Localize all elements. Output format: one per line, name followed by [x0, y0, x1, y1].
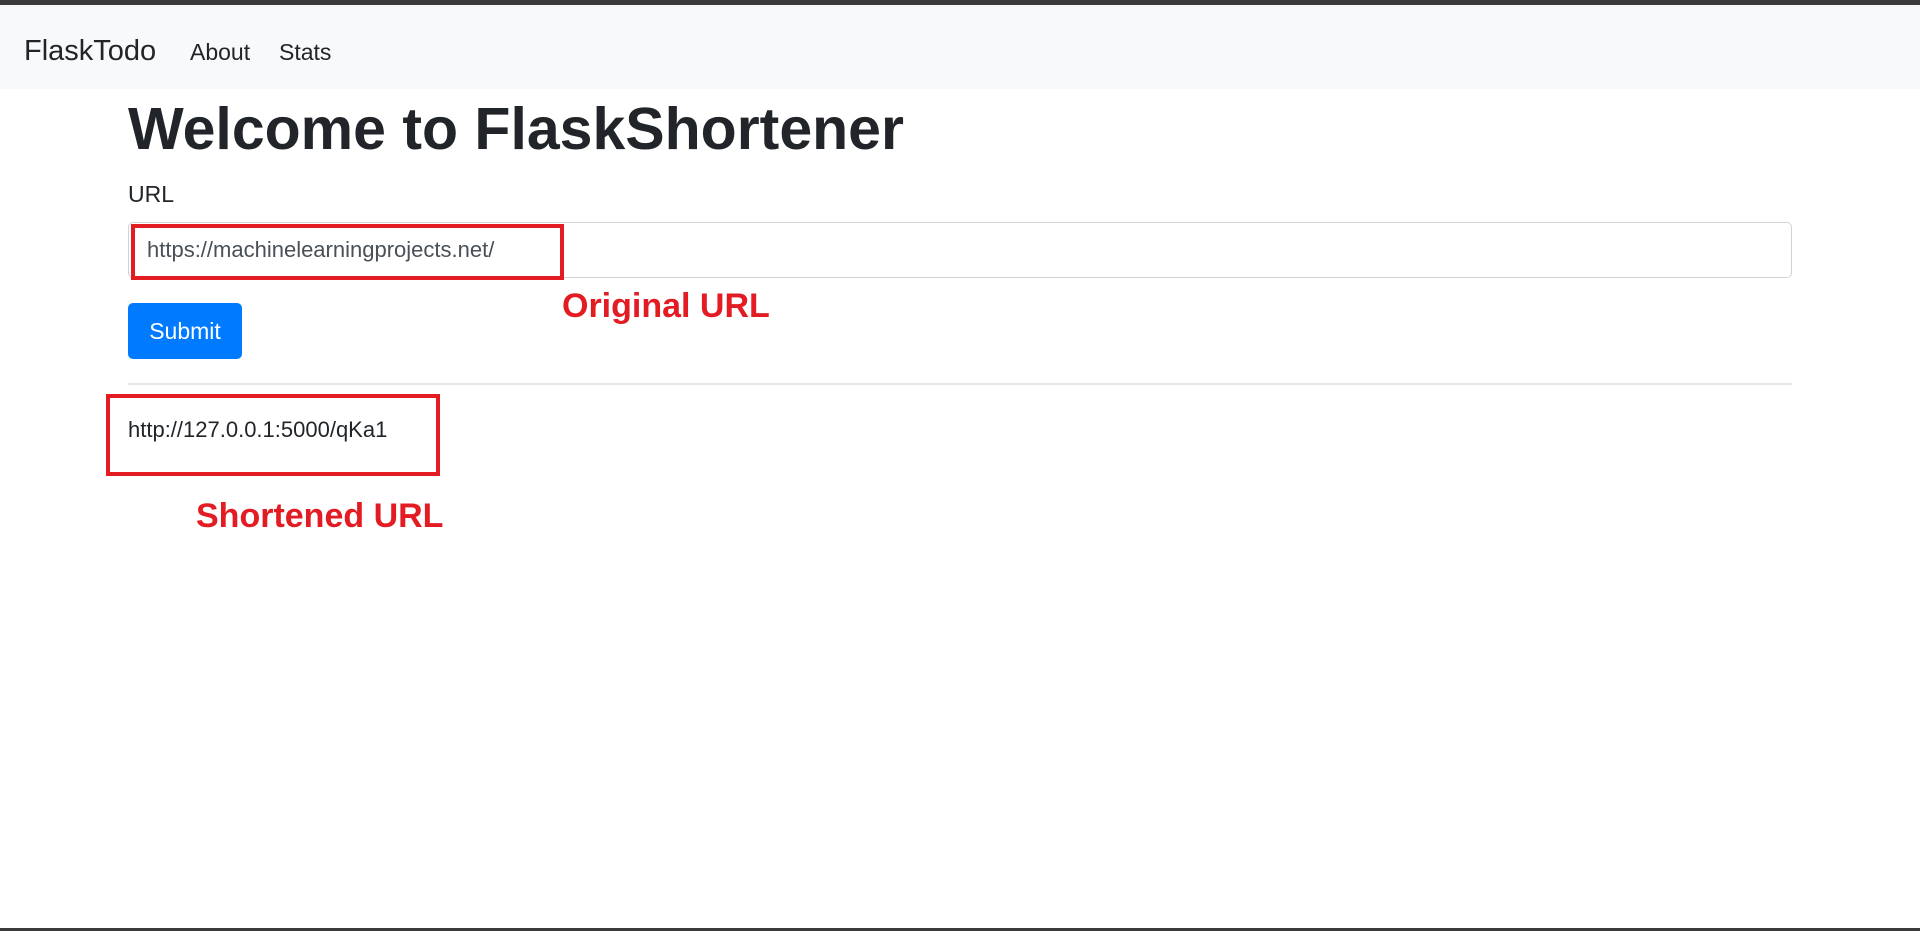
- shortened-url-annotation-label: Shortened URL: [196, 497, 444, 535]
- divider: [128, 383, 1792, 385]
- navbar-brand[interactable]: FlaskTodo: [24, 33, 156, 69]
- url-field-label: URL: [128, 181, 175, 207]
- submit-button[interactable]: Submit: [128, 303, 242, 359]
- nav-link-stats[interactable]: Stats: [279, 37, 331, 67]
- shortened-url-text: http://127.0.0.1:5000/qKa1: [128, 417, 388, 442]
- original-url-annotation-label: Original URL: [562, 287, 770, 325]
- page-title: Welcome to FlaskShortener: [128, 96, 904, 162]
- nav-link-about[interactable]: About: [190, 37, 250, 67]
- url-input[interactable]: [128, 222, 1792, 278]
- navbar: FlaskTodo About Stats: [0, 5, 1920, 89]
